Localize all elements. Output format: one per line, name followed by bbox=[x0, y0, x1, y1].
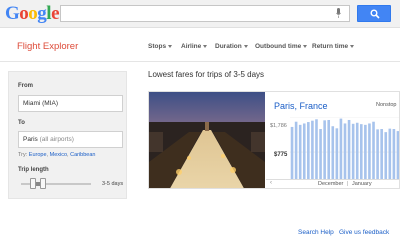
to-field[interactable]: Paris (all airports) bbox=[18, 131, 123, 148]
to-suffix: (all airports) bbox=[39, 136, 74, 143]
filter-duration[interactable]: Duration bbox=[215, 43, 248, 50]
chevron-down-icon bbox=[243, 44, 248, 48]
filter-label: Return time bbox=[312, 43, 349, 50]
price-low: $775 bbox=[274, 152, 288, 158]
search-input[interactable] bbox=[60, 5, 350, 22]
suggestion-europe[interactable]: Europe bbox=[29, 152, 47, 158]
fare-bar[interactable] bbox=[331, 126, 335, 179]
fare-bar[interactable] bbox=[384, 132, 388, 179]
chevron-down-icon bbox=[350, 44, 355, 48]
to-value: Paris bbox=[23, 136, 38, 143]
fare-bar[interactable] bbox=[319, 129, 322, 179]
destination-card[interactable]: Paris, France Nonstop $1,786 $775 ‹ Dece… bbox=[148, 91, 400, 189]
logo-letter: o bbox=[28, 3, 38, 24]
logo-letter: g bbox=[37, 3, 47, 24]
fare-bar[interactable] bbox=[323, 120, 326, 179]
from-label: From bbox=[18, 83, 33, 89]
chevron-down-icon bbox=[203, 44, 208, 48]
from-field[interactable]: Miami (MIA) bbox=[18, 95, 123, 112]
logo-letter: o bbox=[19, 3, 29, 24]
suggestions-row: Try: Europe, Mexico, Caribbean bbox=[18, 152, 96, 158]
slider-handle-max[interactable] bbox=[40, 178, 46, 189]
chevron-left-icon[interactable]: ‹ bbox=[270, 180, 272, 186]
filter-outbound-time[interactable]: Outbound time bbox=[255, 43, 308, 50]
filter-label: Airline bbox=[181, 43, 202, 50]
search-help-link[interactable]: Search Help bbox=[298, 229, 334, 236]
fare-bar[interactable] bbox=[392, 129, 396, 179]
fare-bar[interactable] bbox=[364, 124, 367, 179]
price-high: $1,786 bbox=[270, 123, 287, 129]
month-label: January bbox=[352, 181, 372, 187]
fare-bar[interactable] bbox=[307, 122, 310, 179]
fare-bar[interactable] bbox=[290, 126, 294, 179]
suggestion-caribbean[interactable]: Caribbean bbox=[70, 152, 95, 158]
fare-bar[interactable] bbox=[376, 129, 379, 179]
fare-bar[interactable] bbox=[351, 123, 355, 179]
destination-name[interactable]: Paris, France bbox=[274, 101, 328, 111]
fare-bar[interactable] bbox=[368, 123, 371, 179]
filter-airline[interactable]: Airline bbox=[181, 43, 208, 50]
fare-bar[interactable] bbox=[327, 119, 331, 179]
slider-handle-min[interactable] bbox=[30, 178, 36, 189]
magnifier-icon bbox=[370, 9, 380, 19]
filter-label: Stops bbox=[148, 43, 167, 50]
fare-bar[interactable] bbox=[396, 131, 400, 179]
fare-bar[interactable] bbox=[311, 120, 314, 179]
logo-letter: G bbox=[5, 3, 20, 24]
chevron-down-icon bbox=[168, 44, 173, 48]
app-title[interactable]: Flight Explorer bbox=[17, 41, 78, 52]
trip-length-value: 3-5 days bbox=[102, 181, 124, 187]
suggestion-mexico[interactable]: Mexico bbox=[50, 152, 67, 158]
fare-bar[interactable] bbox=[294, 121, 298, 179]
fare-bar[interactable] bbox=[339, 118, 343, 179]
month-separator: | bbox=[347, 181, 349, 187]
fare-bar[interactable] bbox=[372, 121, 375, 179]
header-divider bbox=[0, 61, 400, 62]
try-prefix: Try: bbox=[18, 152, 28, 158]
fare-bar[interactable] bbox=[302, 123, 306, 179]
nonstop-label[interactable]: Nonstop bbox=[376, 102, 397, 108]
fare-chart[interactable] bbox=[290, 117, 400, 179]
fare-bar[interactable] bbox=[315, 119, 318, 179]
results-heading: Lowest fares for trips of 3-5 days bbox=[148, 70, 265, 79]
google-logo[interactable]: Google bbox=[5, 3, 59, 25]
logo-letter: e bbox=[51, 3, 59, 24]
feedback-link[interactable]: Give us feedback bbox=[339, 229, 389, 236]
fare-bar[interactable] bbox=[298, 124, 302, 179]
fare-bar[interactable] bbox=[335, 128, 339, 179]
fare-bar[interactable] bbox=[359, 124, 363, 179]
fare-bar[interactable] bbox=[388, 128, 392, 179]
fare-bar[interactable] bbox=[355, 122, 359, 179]
top-bar: Google bbox=[0, 0, 400, 28]
microphone-icon[interactable] bbox=[336, 8, 341, 19]
search-button[interactable] bbox=[357, 5, 391, 22]
chevron-down-icon bbox=[303, 44, 308, 48]
filter-label: Duration bbox=[215, 43, 242, 50]
filter-return-time[interactable]: Return time bbox=[312, 43, 355, 50]
from-value: Miami (MIA) bbox=[23, 100, 59, 107]
destination-photo bbox=[149, 92, 265, 188]
to-label: To bbox=[18, 120, 25, 126]
search-sidebar: From Miami (MIA) To Paris (all airports)… bbox=[8, 71, 127, 199]
filter-stops[interactable]: Stops bbox=[148, 43, 173, 50]
trip-length-label: Trip length bbox=[18, 167, 49, 173]
fare-bar[interactable] bbox=[347, 119, 351, 179]
filter-label: Outbound time bbox=[255, 43, 302, 50]
fare-bar[interactable] bbox=[380, 129, 383, 179]
fare-bar[interactable] bbox=[343, 123, 347, 179]
month-label: December bbox=[318, 181, 344, 187]
